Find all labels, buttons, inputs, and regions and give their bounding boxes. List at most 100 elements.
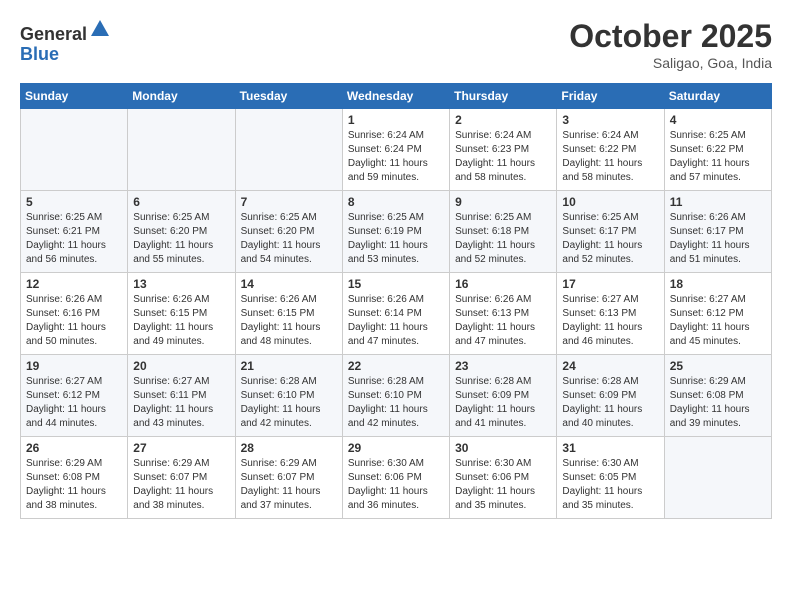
day-cell: 7 Sunrise: 6:25 AM Sunset: 6:20 PM Daylig…	[235, 191, 342, 273]
day-info: Sunrise: 6:30 AM Sunset: 6:05 PM Dayligh…	[562, 457, 658, 513]
day-number: 12	[26, 277, 122, 291]
col-header-thursday: Thursday	[450, 84, 557, 109]
col-header-monday: Monday	[128, 84, 235, 109]
day-info: Sunrise: 6:26 AM Sunset: 6:16 PM Dayligh…	[26, 293, 122, 349]
day-cell: 28Sunrise: 6:29 AM Sunset: 6:07 PM Dayli…	[235, 437, 342, 519]
day-number: 24	[562, 359, 658, 373]
day-info: Sunrise: 6:27 AM Sunset: 6:12 PM Dayligh…	[26, 375, 122, 431]
day-number: 11	[670, 195, 766, 209]
day-number: 4	[670, 113, 766, 127]
day-number: 6	[133, 195, 229, 209]
day-cell: 17 Sunrise: 6:27 AM Sunset: 6:13 PM Dayli…	[557, 273, 664, 355]
logo-icon	[89, 18, 111, 40]
day-number: 17	[562, 277, 658, 291]
day-number: 14	[241, 277, 337, 291]
day-number: 21	[241, 359, 337, 373]
day-cell: 23Sunrise: 6:28 AM Sunset: 6:09 PM Dayli…	[450, 355, 557, 437]
day-cell: 31Sunrise: 6:30 AM Sunset: 6:05 PM Dayli…	[557, 437, 664, 519]
day-info: Sunrise: 6:29 AM Sunset: 6:08 PM Dayligh…	[26, 457, 122, 513]
day-info: Sunrise: 6:27 AM Sunset: 6:11 PM Dayligh…	[133, 375, 229, 431]
day-info: Sunrise: 6:27 AM Sunset: 6:12 PM Dayligh…	[670, 293, 766, 349]
day-number: 22	[348, 359, 444, 373]
day-number: 25	[670, 359, 766, 373]
day-number: 29	[348, 441, 444, 455]
day-number: 1	[348, 113, 444, 127]
day-info: Sunrise: 6:28 AM Sunset: 6:09 PM Dayligh…	[562, 375, 658, 431]
day-number: 2	[455, 113, 551, 127]
day-cell: 4 Sunrise: 6:25 AM Sunset: 6:22 PM Daylig…	[664, 109, 771, 191]
day-number: 30	[455, 441, 551, 455]
day-info: Sunrise: 6:26 AM Sunset: 6:15 PM Dayligh…	[241, 293, 337, 349]
day-cell: 8Sunrise: 6:25 AM Sunset: 6:19 PM Daylig…	[342, 191, 449, 273]
day-number: 7	[241, 195, 337, 209]
day-cell: 26 Sunrise: 6:29 AM Sunset: 6:08 PM Dayli…	[21, 437, 128, 519]
day-cell: 19 Sunrise: 6:27 AM Sunset: 6:12 PM Dayli…	[21, 355, 128, 437]
day-number: 8	[348, 195, 444, 209]
day-cell: 11 Sunrise: 6:26 AM Sunset: 6:17 PM Dayli…	[664, 191, 771, 273]
day-number: 16	[455, 277, 551, 291]
day-number: 10	[562, 195, 658, 209]
day-info: Sunrise: 6:26 AM Sunset: 6:15 PM Dayligh…	[133, 293, 229, 349]
day-cell: 21 Sunrise: 6:28 AM Sunset: 6:10 PM Dayli…	[235, 355, 342, 437]
week-row-2: 5 Sunrise: 6:25 AM Sunset: 6:21 PM Daylig…	[21, 191, 772, 273]
col-header-saturday: Saturday	[664, 84, 771, 109]
week-row-5: 26 Sunrise: 6:29 AM Sunset: 6:08 PM Dayli…	[21, 437, 772, 519]
day-info: Sunrise: 6:24 AM Sunset: 6:24 PM Dayligh…	[348, 129, 444, 185]
day-cell: 15Sunrise: 6:26 AM Sunset: 6:14 PM Dayli…	[342, 273, 449, 355]
col-header-sunday: Sunday	[21, 84, 128, 109]
day-info: Sunrise: 6:29 AM Sunset: 6:07 PM Dayligh…	[241, 457, 337, 513]
day-cell: 2 Sunrise: 6:24 AM Sunset: 6:23 PM Daylig…	[450, 109, 557, 191]
day-info: Sunrise: 6:30 AM Sunset: 6:06 PM Dayligh…	[455, 457, 551, 513]
day-info: Sunrise: 6:26 AM Sunset: 6:13 PM Dayligh…	[455, 293, 551, 349]
day-info: Sunrise: 6:25 AM Sunset: 6:21 PM Dayligh…	[26, 211, 122, 267]
header: General Blue October 2025 Saligao, Goa, …	[20, 18, 772, 71]
day-info: Sunrise: 6:26 AM Sunset: 6:14 PM Dayligh…	[348, 293, 444, 349]
day-info: Sunrise: 6:24 AM Sunset: 6:23 PM Dayligh…	[455, 129, 551, 185]
day-info: Sunrise: 6:29 AM Sunset: 6:07 PM Dayligh…	[133, 457, 229, 513]
day-cell: 25 Sunrise: 6:29 AM Sunset: 6:08 PM Dayli…	[664, 355, 771, 437]
day-number: 20	[133, 359, 229, 373]
logo: General Blue	[20, 18, 111, 65]
day-cell: 18Sunrise: 6:27 AM Sunset: 6:12 PM Dayli…	[664, 273, 771, 355]
day-info: Sunrise: 6:26 AM Sunset: 6:17 PM Dayligh…	[670, 211, 766, 267]
day-info: Sunrise: 6:28 AM Sunset: 6:10 PM Dayligh…	[241, 375, 337, 431]
logo-blue-text: Blue	[20, 44, 59, 64]
day-cell: 10 Sunrise: 6:25 AM Sunset: 6:17 PM Dayli…	[557, 191, 664, 273]
logo-general-text: General	[20, 24, 87, 44]
day-cell: 29Sunrise: 6:30 AM Sunset: 6:06 PM Dayli…	[342, 437, 449, 519]
day-cell	[21, 109, 128, 191]
day-info: Sunrise: 6:25 AM Sunset: 6:17 PM Dayligh…	[562, 211, 658, 267]
day-number: 26	[26, 441, 122, 455]
col-header-wednesday: Wednesday	[342, 84, 449, 109]
day-cell: 20 Sunrise: 6:27 AM Sunset: 6:11 PM Dayli…	[128, 355, 235, 437]
day-info: Sunrise: 6:25 AM Sunset: 6:20 PM Dayligh…	[241, 211, 337, 267]
location: Saligao, Goa, India	[569, 55, 772, 71]
week-row-4: 19 Sunrise: 6:27 AM Sunset: 6:12 PM Dayli…	[21, 355, 772, 437]
day-cell	[128, 109, 235, 191]
day-info: Sunrise: 6:25 AM Sunset: 6:22 PM Dayligh…	[670, 129, 766, 185]
day-number: 19	[26, 359, 122, 373]
day-cell: 14 Sunrise: 6:26 AM Sunset: 6:15 PM Dayli…	[235, 273, 342, 355]
day-cell: 27 Sunrise: 6:29 AM Sunset: 6:07 PM Dayli…	[128, 437, 235, 519]
day-info: Sunrise: 6:28 AM Sunset: 6:09 PM Dayligh…	[455, 375, 551, 431]
col-header-tuesday: Tuesday	[235, 84, 342, 109]
day-cell: 30 Sunrise: 6:30 AM Sunset: 6:06 PM Dayli…	[450, 437, 557, 519]
day-cell: 5 Sunrise: 6:25 AM Sunset: 6:21 PM Daylig…	[21, 191, 128, 273]
day-cell: 9Sunrise: 6:25 AM Sunset: 6:18 PM Daylig…	[450, 191, 557, 273]
title-block: October 2025 Saligao, Goa, India	[569, 18, 772, 71]
day-number: 27	[133, 441, 229, 455]
day-number: 3	[562, 113, 658, 127]
day-info: Sunrise: 6:25 AM Sunset: 6:18 PM Dayligh…	[455, 211, 551, 267]
day-cell	[664, 437, 771, 519]
day-info: Sunrise: 6:27 AM Sunset: 6:13 PM Dayligh…	[562, 293, 658, 349]
day-info: Sunrise: 6:24 AM Sunset: 6:22 PM Dayligh…	[562, 129, 658, 185]
day-info: Sunrise: 6:29 AM Sunset: 6:08 PM Dayligh…	[670, 375, 766, 431]
day-cell: 13Sunrise: 6:26 AM Sunset: 6:15 PM Dayli…	[128, 273, 235, 355]
day-cell: 22Sunrise: 6:28 AM Sunset: 6:10 PM Dayli…	[342, 355, 449, 437]
day-cell: 1 Sunrise: 6:24 AM Sunset: 6:24 PM Daylig…	[342, 109, 449, 191]
week-row-1: 1 Sunrise: 6:24 AM Sunset: 6:24 PM Daylig…	[21, 109, 772, 191]
header-row: SundayMondayTuesdayWednesdayThursdayFrid…	[21, 84, 772, 109]
month-title: October 2025	[569, 18, 772, 55]
day-cell: 6Sunrise: 6:25 AM Sunset: 6:20 PM Daylig…	[128, 191, 235, 273]
day-number: 5	[26, 195, 122, 209]
